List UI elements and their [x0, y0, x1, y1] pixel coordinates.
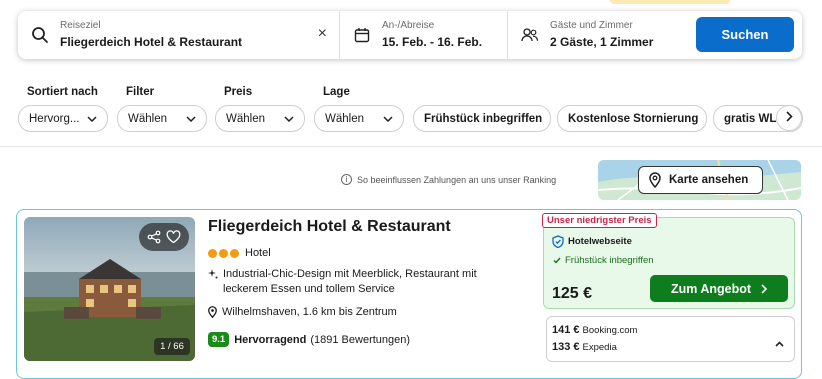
chevron-down-icon — [87, 113, 97, 125]
check-icon — [553, 257, 561, 264]
star-icon — [208, 248, 217, 258]
sort-value: Hervorg... — [29, 112, 80, 125]
hotel-stars: Hotel — [208, 247, 271, 259]
location-select[interactable]: Wählen — [314, 105, 404, 132]
sort-select[interactable]: Hervorg... — [18, 105, 108, 132]
map-pin-icon — [208, 306, 217, 318]
sort-label: Sortiert nach — [27, 86, 98, 98]
offer-breakfast-text: Frühstück inbegriffen — [565, 255, 654, 266]
destination-value[interactable]: Fliegerdeich Hotel & Restaurant — [60, 34, 242, 50]
other-offer-price: 133 € — [552, 341, 580, 353]
offer-provider-name: Hotelwebseite — [568, 236, 632, 247]
price-group: Preis Wählen — [215, 86, 305, 132]
top-accent-strip — [610, 0, 730, 4]
view-map-label: Karte ansehen — [669, 174, 749, 186]
chevron-right-icon — [785, 109, 793, 127]
price-label: Preis — [224, 86, 253, 98]
star-icon — [230, 248, 239, 258]
search-bar: Reiseziel Fliegerdeich Hotel & Restauran… — [18, 11, 802, 59]
section-divider — [0, 146, 822, 147]
search-button[interactable]: Suchen — [696, 17, 794, 52]
location-label: Lage — [323, 86, 350, 98]
hotel-type: Hotel — [245, 247, 271, 259]
offer-breakfast: Frühstück inbegriffen — [553, 255, 654, 266]
star-icon — [219, 248, 228, 258]
view-deal-button[interactable]: Zum Angebot — [650, 275, 788, 302]
filter-value: Wählen — [128, 112, 167, 125]
other-offer-row[interactable]: 141 € Booking.com — [552, 324, 637, 336]
rating-count: (1891 Bewertungen) — [310, 333, 411, 346]
other-offer-price: 141 € — [552, 324, 580, 336]
scroll-right-button[interactable] — [776, 105, 802, 131]
destination-label: Reiseziel — [60, 20, 101, 31]
hotel-name[interactable]: Fliegerdeich Hotel & Restaurant — [208, 218, 451, 236]
offer-price: 125 € — [552, 285, 593, 302]
chip-breakfast[interactable]: Frühstück inbegriffen — [413, 105, 551, 132]
lowest-price-badge: Unser niedrigster Preis — [542, 213, 657, 228]
verified-shield-icon — [552, 235, 564, 248]
filter-label: Filter — [126, 86, 155, 98]
offer-provider: Hotelwebseite — [552, 235, 632, 248]
location-value: Wählen — [325, 112, 364, 125]
guests-value[interactable]: 2 Gäste, 1 Zimmer — [550, 34, 653, 50]
price-value: Wählen — [226, 112, 265, 125]
rating-score: 9.1 — [208, 332, 230, 347]
hotel-location: Wilhelmshaven, 1.6 km bis Zentrum — [208, 306, 397, 318]
location-group: Lage Wählen — [314, 86, 404, 132]
calendar-icon — [352, 25, 372, 45]
map-pin-icon — [649, 172, 661, 188]
ranking-info[interactable]: i So beeinflussen Zahlungen an uns unser… — [341, 174, 556, 185]
chevron-up-icon[interactable] — [775, 334, 784, 352]
view-deal-label: Zum Angebot — [670, 281, 752, 296]
heart-icon[interactable] — [166, 230, 181, 244]
filter-bar: Sortiert nach Hervorg... Filter Wählen P… — [18, 86, 822, 134]
chip-free-cancellation[interactable]: Kostenlose Stornierung — [557, 105, 707, 132]
sparkle-icon — [208, 267, 218, 297]
chevron-right-icon — [761, 283, 768, 294]
dates-field[interactable]: An-/Abreise 15. Feb. - 16. Feb. — [340, 11, 508, 59]
filter-group: Filter Wählen — [117, 86, 207, 132]
hotel-rating[interactable]: 9.1 Hervorragend (1891 Bewertungen) — [208, 332, 410, 347]
chevron-down-icon — [284, 113, 294, 125]
other-offer-row[interactable]: 133 € Expedia — [552, 341, 617, 353]
dates-value[interactable]: 15. Feb. - 16. Feb. — [382, 34, 482, 50]
dates-label: An-/Abreise — [382, 20, 435, 31]
clear-icon[interactable]: × — [318, 25, 327, 43]
info-icon: i — [341, 174, 352, 185]
chevron-down-icon — [186, 113, 196, 125]
share-icon[interactable] — [147, 230, 161, 244]
hotel-location-text: Wilhelmshaven, 1.6 km bis Zentrum — [222, 306, 397, 318]
other-offers-box[interactable]: 141 € Booking.com 133 € Expedia — [546, 316, 795, 362]
search-icon — [30, 25, 50, 45]
photo-counter: 1 / 66 — [154, 338, 190, 355]
ranking-info-text: So beeinflussen Zahlungen an uns unser R… — [357, 174, 557, 185]
guests-label: Gäste und Zimmer — [550, 20, 633, 31]
destination-field[interactable]: Reiseziel Fliegerdeich Hotel & Restauran… — [18, 11, 340, 59]
other-offer-provider: Expedia — [582, 342, 617, 353]
price-select[interactable]: Wählen — [215, 105, 305, 132]
rating-word: Hervorragend — [234, 333, 307, 346]
guests-field[interactable]: Gäste und Zimmer 2 Gäste, 1 Zimmer — [508, 11, 688, 59]
sort-group: Sortiert nach Hervorg... — [18, 86, 108, 132]
hotel-feature: Industrial-Chic-Design mit Meerblick, Re… — [208, 267, 508, 297]
other-offer-provider: Booking.com — [582, 325, 638, 336]
view-map-button[interactable]: Karte ansehen — [638, 166, 763, 194]
filter-select[interactable]: Wählen — [117, 105, 207, 132]
photo-actions — [139, 223, 189, 251]
hotel-feature-text: Industrial-Chic-Design mit Meerblick, Re… — [223, 268, 477, 295]
chevron-down-icon — [383, 113, 393, 125]
guests-icon — [520, 25, 540, 45]
